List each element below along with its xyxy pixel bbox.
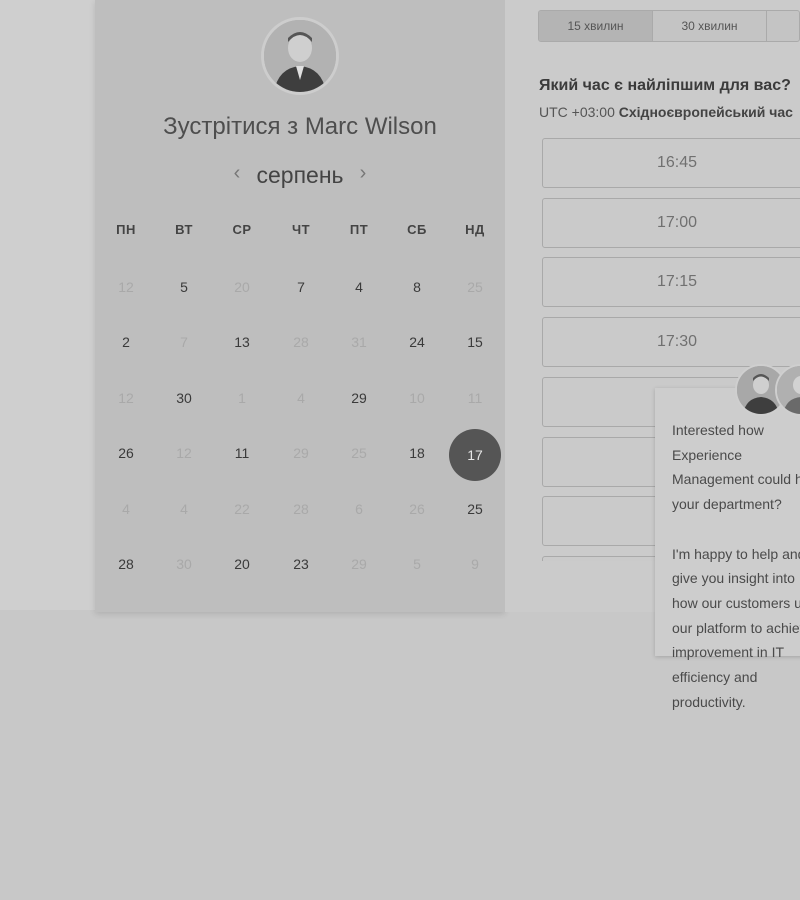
weekday-label: СБ bbox=[407, 222, 427, 237]
calendar-day[interactable]: 25 bbox=[450, 501, 500, 521]
calendar-day: 29 bbox=[293, 445, 309, 461]
month-navigation: ‹ серпень › bbox=[95, 160, 505, 192]
calendar-day: 31 bbox=[351, 334, 367, 350]
calendar-day: 28 bbox=[293, 334, 309, 350]
calendar-day: 29 bbox=[351, 556, 367, 572]
calendar-day: 5 bbox=[413, 556, 421, 572]
chevron-right-icon[interactable]: › bbox=[353, 162, 373, 185]
time-slot-button[interactable]: 16:45 bbox=[542, 138, 800, 188]
calendar-day: 6 bbox=[355, 501, 363, 517]
calendar-day[interactable]: 18 bbox=[392, 445, 442, 465]
calendar-day: 4 bbox=[122, 501, 130, 517]
duration-tab-15[interactable]: 15 хвилин bbox=[539, 11, 653, 41]
timezone-name: Східноєвропейський час bbox=[618, 104, 793, 120]
time-slot-button[interactable]: 17:30 bbox=[542, 317, 800, 368]
calendar-day[interactable]: 30 bbox=[159, 390, 209, 410]
person-icon bbox=[264, 20, 336, 92]
calendar-day: 12 bbox=[176, 445, 192, 461]
calendar-day-selected[interactable]: 17 bbox=[449, 429, 501, 481]
time-question: Який час є найліпшим для вас? bbox=[539, 77, 791, 94]
calendar-day: 10 bbox=[409, 390, 425, 406]
calendar-day[interactable]: 11 bbox=[217, 445, 267, 465]
calendar-day: 25 bbox=[467, 279, 483, 295]
calendar-day[interactable]: 2 bbox=[101, 334, 151, 354]
calendar-day: 12 bbox=[118, 279, 134, 295]
calendar-day[interactable]: 15 bbox=[450, 334, 500, 354]
calendar-day[interactable]: 24 bbox=[392, 334, 442, 354]
calendar-day: 30 bbox=[176, 556, 192, 572]
weekday-label: НД bbox=[465, 222, 485, 237]
calendar-day[interactable]: 23 bbox=[276, 556, 326, 576]
timezone-offset: UTC +03:00 bbox=[539, 104, 615, 120]
weekday-label: ЧТ bbox=[291, 222, 311, 237]
calendar-day[interactable]: 13 bbox=[217, 334, 267, 354]
month-label: серпень bbox=[256, 162, 344, 188]
calendar-day: 20 bbox=[234, 279, 250, 295]
calendar-day: 22 bbox=[234, 501, 250, 517]
weekday-label: ВТ bbox=[175, 222, 193, 237]
title-prefix: Зустрітися з bbox=[163, 113, 299, 140]
timezone-label[interactable]: UTC +03:00 Східноєвропейський час bbox=[539, 104, 793, 120]
host-avatar bbox=[261, 17, 339, 95]
calendar-day: 7 bbox=[180, 334, 188, 350]
calendar-day[interactable]: 5 bbox=[159, 279, 209, 299]
calendar-day[interactable]: 29 bbox=[334, 390, 384, 410]
duration-tabs: 15 хвилин 30 хвилин bbox=[538, 10, 800, 42]
duration-tab-more[interactable] bbox=[767, 11, 799, 41]
calendar-day[interactable]: 4 bbox=[334, 279, 384, 299]
calendar-day[interactable]: 20 bbox=[217, 556, 267, 576]
duration-tab-30[interactable]: 30 хвилин bbox=[653, 11, 767, 41]
calendar-day: 12 bbox=[118, 390, 134, 406]
time-slot-button[interactable]: 17:00 bbox=[542, 197, 800, 248]
calendar-day: 25 bbox=[351, 445, 367, 461]
calendar-day: 26 bbox=[409, 501, 425, 517]
weekday-label: СР bbox=[232, 222, 252, 237]
chat-message: Interested how Experience Management cou… bbox=[672, 422, 800, 710]
person-icon bbox=[777, 366, 800, 414]
calendar-day[interactable]: 26 bbox=[101, 445, 151, 465]
calendar-day: 4 bbox=[180, 501, 188, 517]
host-name: Marc Wilson bbox=[304, 113, 437, 140]
calendar-day: 4 bbox=[297, 390, 305, 406]
calendar-day: 28 bbox=[293, 501, 309, 517]
calendar-day: 9 bbox=[471, 556, 479, 572]
calendar-day[interactable]: 7 bbox=[276, 279, 326, 299]
calendar-day: 11 bbox=[467, 390, 483, 406]
calendar-day: 1 bbox=[238, 390, 246, 406]
page-title: Зустрітися з Marc Wilson bbox=[95, 113, 505, 141]
weekday-label: ПТ bbox=[349, 222, 369, 237]
calendar-day[interactable]: 8 bbox=[392, 279, 442, 299]
time-slot-button[interactable]: 17:15 bbox=[542, 257, 800, 308]
calendar-day[interactable]: 28 bbox=[101, 556, 151, 576]
weekday-label: ПН bbox=[116, 222, 136, 237]
